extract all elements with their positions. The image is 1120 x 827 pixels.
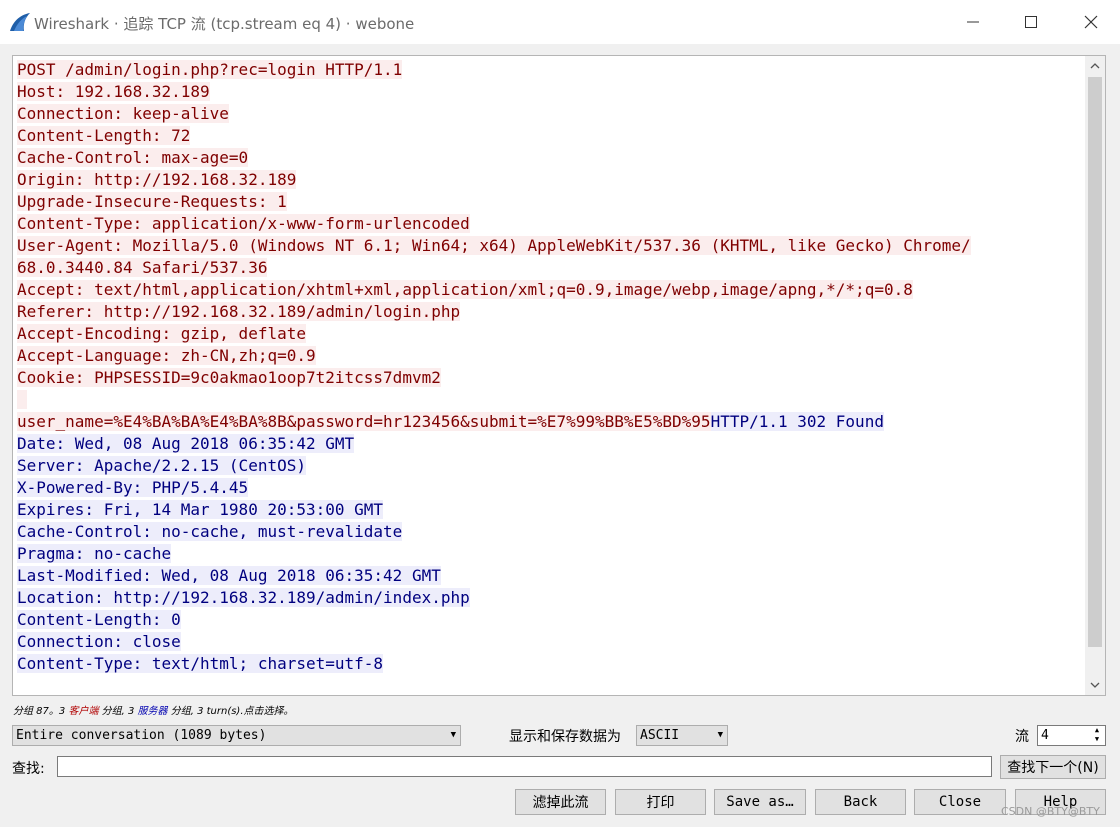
server-text: Server: Apache/2.2.15 (CentOS)	[17, 456, 306, 475]
stream-line: Server: Apache/2.2.15 (CentOS)	[17, 455, 1085, 477]
find-input[interactable]	[57, 756, 992, 777]
summary-text: 分组, 3	[98, 706, 138, 717]
client-text: Accept: text/html,application/xhtml+xml,…	[17, 280, 913, 299]
client-text: Content-Type: application/x-www-form-url…	[17, 214, 470, 233]
chevron-down-icon: ▼	[450, 730, 456, 740]
client-text: 68.0.3440.84 Safari/537.36	[17, 258, 268, 277]
stream-line: Content-Type: text/html; charset=utf-8	[17, 653, 1085, 675]
server-text: Content-Length: 0	[17, 610, 181, 629]
title-bar: Wireshark · 追踪 TCP 流 (tcp.stream eq 4) ·…	[0, 0, 1120, 44]
chevron-down-icon: ▼	[717, 730, 723, 740]
close-icon	[1084, 15, 1098, 29]
server-text: Content-Type: text/html; charset=utf-8	[17, 654, 384, 673]
stream-line: Upgrade-Insecure-Requests: 1	[17, 191, 1085, 213]
summary-client-label: 客户端	[68, 706, 99, 717]
find-label: 查找:	[12, 761, 45, 777]
server-text: HTTP/1.1 302 Found	[710, 412, 884, 431]
stream-line: POST /admin/login.php?rec=login HTTP/1.1	[17, 59, 1085, 81]
server-text: X-Powered-By: PHP/5.4.45	[17, 478, 249, 497]
client-text: Cookie: PHPSESSID=9c0akmao1oop7t2itcss7d…	[17, 368, 441, 387]
stream-line: 68.0.3440.84 Safari/537.36	[17, 257, 1085, 279]
client-text: Origin: http://192.168.32.189	[17, 170, 297, 189]
close-button[interactable]: Close	[914, 789, 1006, 815]
server-text: Connection: close	[17, 632, 181, 651]
client-text: Content-Length: 72	[17, 126, 191, 145]
maximize-icon	[1025, 16, 1037, 28]
client-text: Accept-Encoding: gzip, deflate	[17, 324, 306, 343]
format-select-value: ASCII	[640, 728, 680, 743]
scroll-down-icon[interactable]	[1085, 675, 1105, 695]
server-text: Cache-Control: no-cache, must-revalidate	[17, 522, 403, 541]
server-text: Last-Modified: Wed, 08 Aug 2018 06:35:42…	[17, 566, 441, 585]
client-text	[17, 390, 27, 409]
stream-line: Content-Length: 72	[17, 125, 1085, 147]
server-text: Date: Wed, 08 Aug 2018 06:35:42 GMT	[17, 434, 355, 453]
stream-line: Content-Length: 0	[17, 609, 1085, 631]
client-text: Host: 192.168.32.189	[17, 82, 210, 101]
server-text: Pragma: no-cache	[17, 544, 172, 563]
summary-text: 分组, 3 turn(s).点击选择。	[167, 706, 294, 717]
stream-line: Cookie: PHPSESSID=9c0akmao1oop7t2itcss7d…	[17, 367, 1085, 389]
filter-out-stream-button[interactable]: 滤掉此流	[515, 789, 606, 815]
client-text: POST /admin/login.php?rec=login HTTP/1.1	[17, 60, 403, 79]
scroll-up-icon[interactable]	[1085, 56, 1105, 76]
client-text: Upgrade-Insecure-Requests: 1	[17, 192, 287, 211]
watermark: CSDN @BTY@BTY	[1001, 805, 1100, 818]
stream-line: Content-Type: application/x-www-form-url…	[17, 213, 1085, 235]
client-text: Connection: keep-alive	[17, 104, 229, 123]
stream-line: Cache-Control: max-age=0	[17, 147, 1085, 169]
format-label: 显示和保存数据为	[509, 729, 621, 745]
packet-summary: 分组 87。3 客户端 分组, 3 服务器 分组, 3 turn(s).点击选择…	[13, 702, 294, 717]
close-window-button[interactable]	[1062, 0, 1120, 44]
stream-line: X-Powered-By: PHP/5.4.45	[17, 477, 1085, 499]
stream-line	[17, 389, 1085, 411]
stream-line: Referer: http://192.168.32.189/admin/log…	[17, 301, 1085, 323]
stream-line: Cache-Control: no-cache, must-revalidate	[17, 521, 1085, 543]
format-select[interactable]: ASCII ▼	[636, 725, 728, 746]
stream-line: Accept-Language: zh-CN,zh;q=0.9	[17, 345, 1085, 367]
maximize-button[interactable]	[1002, 0, 1060, 44]
stream-number-label: 流	[1015, 729, 1029, 745]
vertical-scrollbar[interactable]	[1085, 56, 1105, 695]
client-text: User-Agent: Mozilla/5.0 (Windows NT 6.1;…	[17, 236, 971, 255]
stream-content: POST /admin/login.php?rec=login HTTP/1.1…	[17, 59, 1085, 675]
stream-line: Pragma: no-cache	[17, 543, 1085, 565]
print-button[interactable]: 打印	[615, 789, 706, 815]
client-text: Accept-Language: zh-CN,zh;q=0.9	[17, 346, 316, 365]
stream-line: user_name=%E4%BA%BA%E4%BA%8B&password=hr…	[17, 411, 1085, 433]
wireshark-fin-icon	[10, 13, 30, 31]
stream-line: User-Agent: Mozilla/5.0 (Windows NT 6.1;…	[17, 235, 1085, 257]
stream-line: Location: http://192.168.32.189/admin/in…	[17, 587, 1085, 609]
conversation-select-value: Entire conversation (1089 bytes)	[16, 728, 267, 743]
conversation-select[interactable]: Entire conversation (1089 bytes) ▼	[12, 725, 461, 746]
back-button[interactable]: Back	[815, 789, 906, 815]
minimize-icon	[967, 21, 979, 23]
stream-text-view[interactable]: POST /admin/login.php?rec=login HTTP/1.1…	[12, 55, 1106, 696]
find-next-button[interactable]: 查找下一个(N)	[1000, 755, 1106, 779]
stream-line: Date: Wed, 08 Aug 2018 06:35:42 GMT	[17, 433, 1085, 455]
server-text: Location: http://192.168.32.189/admin/in…	[17, 588, 470, 607]
stream-line: Connection: keep-alive	[17, 103, 1085, 125]
stream-number-value: 4	[1041, 728, 1049, 743]
stream-line: Connection: close	[17, 631, 1085, 653]
stream-number-spinbox[interactable]: 4 ▲ ▼	[1037, 725, 1106, 746]
stream-line: Accept-Encoding: gzip, deflate	[17, 323, 1085, 345]
spin-arrows-icon[interactable]: ▲ ▼	[1090, 726, 1104, 745]
client-text: Referer: http://192.168.32.189/admin/log…	[17, 302, 461, 321]
scrollbar-thumb[interactable]	[1088, 77, 1102, 647]
window-title: Wireshark · 追踪 TCP 流 (tcp.stream eq 4) ·…	[34, 15, 415, 33]
summary-server-label: 服务器	[137, 706, 168, 717]
save-as-button[interactable]: Save as…	[714, 789, 806, 815]
stream-line: Accept: text/html,application/xhtml+xml,…	[17, 279, 1085, 301]
stream-line: Origin: http://192.168.32.189	[17, 169, 1085, 191]
client-text: Cache-Control: max-age=0	[17, 148, 249, 167]
minimize-button[interactable]	[944, 0, 1002, 44]
stream-line: Last-Modified: Wed, 08 Aug 2018 06:35:42…	[17, 565, 1085, 587]
client-text: user_name=%E4%BA%BA%E4%BA%8B&password=hr…	[17, 412, 711, 431]
stream-line: Host: 192.168.32.189	[17, 81, 1085, 103]
stream-line: Expires: Fri, 14 Mar 1980 20:53:00 GMT	[17, 499, 1085, 521]
summary-text: 分组 87。3	[13, 706, 69, 717]
server-text: Expires: Fri, 14 Mar 1980 20:53:00 GMT	[17, 500, 384, 519]
